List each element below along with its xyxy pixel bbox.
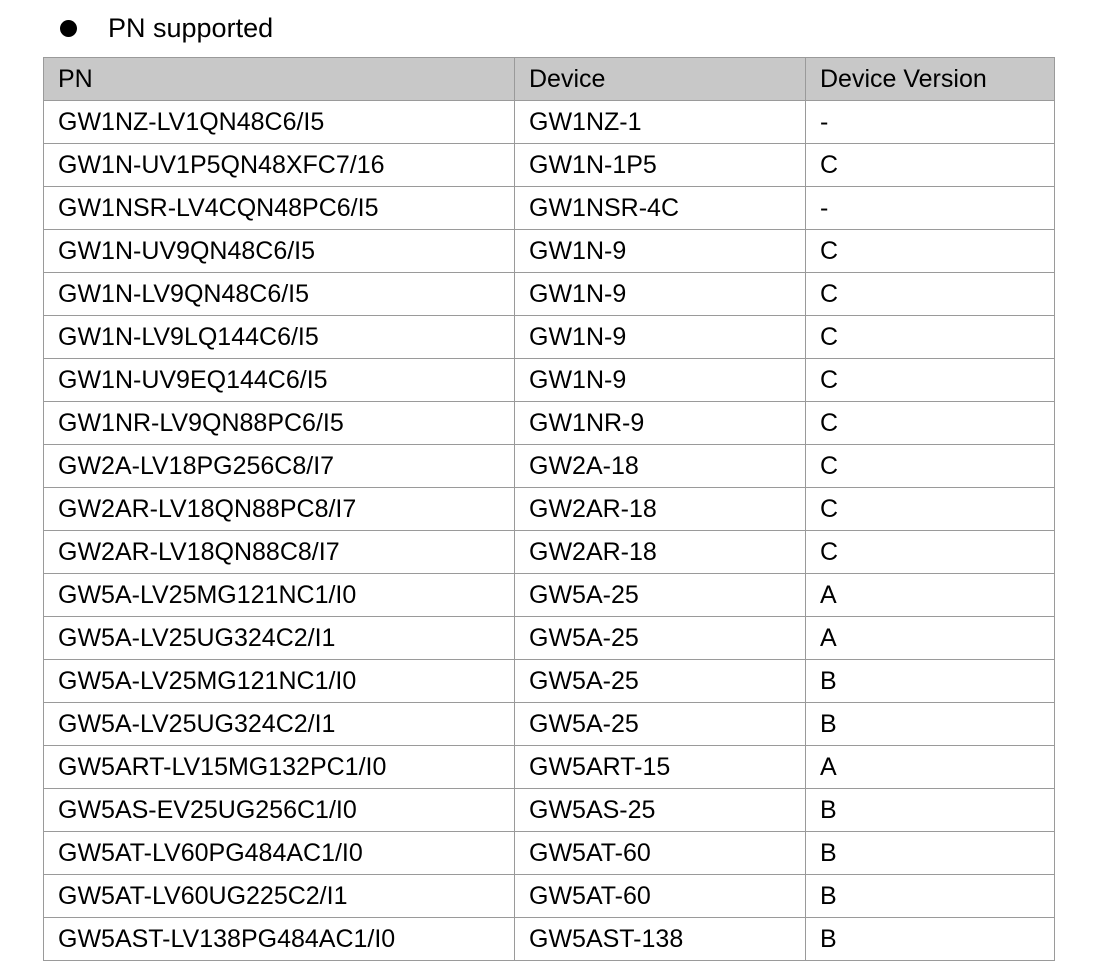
cell-device-version: C	[805, 143, 1055, 187]
cell-pn: GW2AR-LV18QN88PC8/I7	[43, 487, 515, 531]
cell-pn: GW5A-LV25MG121NC1/I0	[43, 659, 515, 703]
table-row: GW1N-LV9LQ144C6/I5 GW1N-9 C	[43, 315, 1055, 359]
cell-device-version: B	[805, 702, 1055, 746]
cell-device-version: B	[805, 917, 1055, 961]
cell-device-version: A	[805, 573, 1055, 617]
cell-device-version: B	[805, 831, 1055, 875]
cell-pn: GW5AT-LV60UG225C2/I1	[43, 874, 515, 918]
cell-device-version: C	[805, 487, 1055, 531]
cell-device-version: B	[805, 874, 1055, 918]
cell-device: GW5ART-15	[514, 745, 806, 789]
table-row: GW5A-LV25MG121NC1/I0 GW5A-25 A	[43, 573, 1055, 617]
heading-text: PN supported	[108, 13, 274, 43]
cell-device: GW5A-25	[514, 573, 806, 617]
table-row: GW5AS-EV25UG256C1/I0 GW5AS-25 B	[43, 788, 1055, 832]
cell-pn: GW1NZ-LV1QN48C6/I5	[43, 100, 515, 144]
cell-device-version: -	[805, 186, 1055, 230]
table-row: GW2A-LV18PG256C8/I7 GW2A-18 C	[43, 444, 1055, 488]
cell-device-version: C	[805, 315, 1055, 359]
table-body: GW1NZ-LV1QN48C6/I5 GW1NZ-1- GW1N-UV1P5QN48…	[43, 100, 1055, 961]
bullet-icon	[60, 19, 77, 37]
cell-pn: GW5A-LV25UG324C2/I1	[43, 616, 515, 660]
cell-device: GW1N-9	[514, 315, 806, 359]
cell-device: GW5AST-138	[514, 917, 806, 961]
cell-pn: GW5AS-EV25UG256C1/I0	[43, 788, 515, 832]
table-header: PN Device Device Version	[43, 57, 1055, 101]
section-heading: PN supported	[60, 8, 273, 48]
cell-device: GW5A-25	[514, 616, 806, 660]
cell-device: GW1NSR-4C	[514, 186, 806, 230]
header-device: Device	[514, 57, 806, 101]
cell-device-version: C	[805, 229, 1055, 273]
cell-pn: GW5A-LV25UG324C2/I1	[43, 702, 515, 746]
cell-device: GW5AS-25	[514, 788, 806, 832]
cell-device: GW2AR-18	[514, 530, 806, 574]
cell-pn: GW1NR-LV9QN88PC6/I5	[43, 401, 515, 445]
table-row: GW5AT-LV60UG225C2/I1 GW5AT-60 B	[43, 874, 1055, 918]
cell-device: GW1NR-9	[514, 401, 806, 445]
cell-device-version: C	[805, 530, 1055, 574]
cell-pn: GW5ART-LV15MG132PC1/I0	[43, 745, 515, 789]
cell-pn: GW1N-LV9QN48C6/I5	[43, 272, 515, 316]
cell-device-version: A	[805, 745, 1055, 789]
header-pn: PN	[43, 57, 515, 101]
cell-device-version: C	[805, 272, 1055, 316]
cell-device: GW1NZ-1	[514, 100, 806, 144]
cell-pn: GW1N-LV9LQ144C6/I5	[43, 315, 515, 359]
table-row: GW1N-LV9QN48C6/I5 GW1N-9 C	[43, 272, 1055, 316]
cell-device: GW5AT-60	[514, 831, 806, 875]
header-device-version: Device Version	[805, 57, 1055, 101]
cell-pn: GW5AST-LV138PG484AC1/I0	[43, 917, 515, 961]
cell-device: GW1N-9	[514, 272, 806, 316]
cell-pn: GW1N-UV1P5QN48XFC7/16	[43, 143, 515, 187]
cell-device: GW2AR-18	[514, 487, 806, 531]
cell-pn: GW1NSR-LV4CQN48PC6/I5	[43, 186, 515, 230]
cell-device: GW5A-25	[514, 659, 806, 703]
table-row: GW1N-UV1P5QN48XFC7/16 GW1N-1P5 C	[43, 143, 1055, 187]
table-row: GW5A-LV25UG324C2/I1 GW5A-25 B	[43, 702, 1055, 746]
table-row: GW1NSR-LV4CQN48PC6/I5 GW1NSR-4C -	[43, 186, 1055, 230]
cell-device: GW1N-9	[514, 229, 806, 273]
cell-pn: GW2A-LV18PG256C8/I7	[43, 444, 515, 488]
table-row: GW1N-UV9EQ144C6/I5 GW1N-9 C	[43, 358, 1055, 402]
cell-device-version: -	[805, 100, 1055, 144]
table-row: GW2AR-LV18QN88PC8/I7 GW2AR-18 C	[43, 487, 1055, 531]
cell-pn: GW1N-UV9QN48C6/I5	[43, 229, 515, 273]
table-row: GW5A-LV25MG121NC1/I0 GW5A-25 B	[43, 659, 1055, 703]
cell-device: GW2A-18	[514, 444, 806, 488]
cell-device-version: C	[805, 444, 1055, 488]
cell-pn: GW1N-UV9EQ144C6/I5	[43, 358, 515, 402]
table-row: GW5AST-LV138PG484AC1/I0 GW5AST-138 B	[43, 917, 1055, 961]
pn-table: PN Device Device Version GW1NZ-LV1QN48C6…	[43, 57, 1055, 961]
table-row: GW2AR-LV18QN88C8/I7 GW2AR-18 C	[43, 530, 1055, 574]
cell-device-version: A	[805, 616, 1055, 660]
cell-device-version: C	[805, 401, 1055, 445]
cell-device-version: B	[805, 659, 1055, 703]
cell-pn: GW2AR-LV18QN88C8/I7	[43, 530, 515, 574]
table-row: GW5A-LV25UG324C2/I1 GW5A-25 A	[43, 616, 1055, 660]
cell-device: GW1N-9	[514, 358, 806, 402]
header-row: PN Device Device Version	[43, 57, 1055, 101]
table-row: GW1NR-LV9QN88PC6/I5 GW1NR-9 C	[43, 401, 1055, 445]
cell-pn: GW5A-LV25MG121NC1/I0	[43, 573, 515, 617]
table-row: GW5ART-LV15MG132PC1/I0 GW5ART-15 A	[43, 745, 1055, 789]
cell-device-version: B	[805, 788, 1055, 832]
cell-device: GW5A-25	[514, 702, 806, 746]
cell-device: GW1N-1P5	[514, 143, 806, 187]
table-row: GW5AT-LV60PG484AC1/I0 GW5AT-60 B	[43, 831, 1055, 875]
cell-pn: GW5AT-LV60PG484AC1/I0	[43, 831, 515, 875]
cell-device: GW5AT-60	[514, 874, 806, 918]
table-row: GW1N-UV9QN48C6/I5 GW1N-9 C	[43, 229, 1055, 273]
cell-device-version: C	[805, 358, 1055, 402]
table-row: GW1NZ-LV1QN48C6/I5 GW1NZ-1-	[43, 100, 1055, 144]
